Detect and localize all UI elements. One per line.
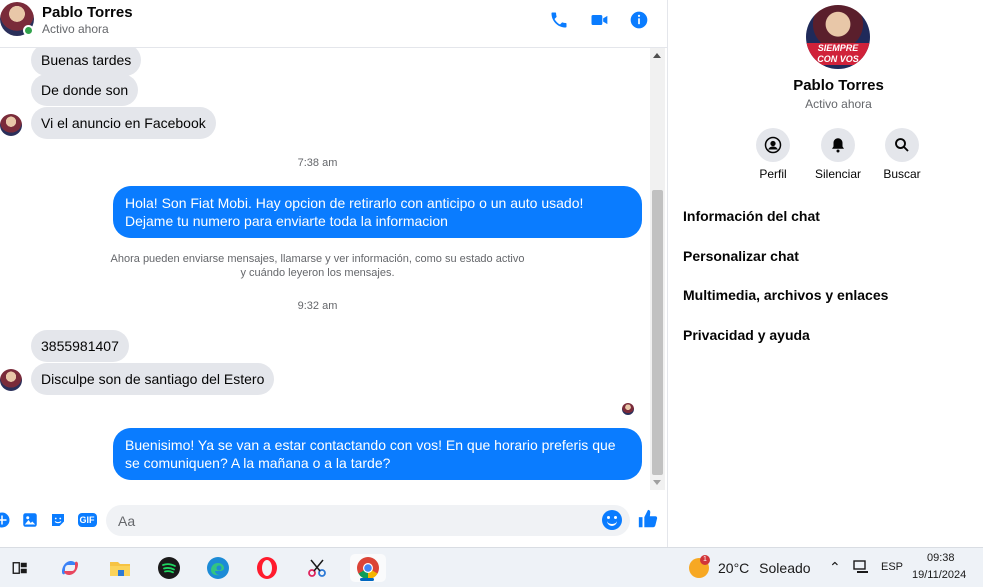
emoji-icon[interactable]	[602, 510, 622, 530]
system-message-line: y cuándo leyeron los mensajes.	[240, 267, 395, 279]
spotify-icon[interactable]	[155, 554, 183, 582]
phone-icon[interactable]	[548, 9, 570, 31]
mute-label: Silenciar	[814, 167, 862, 181]
message-incoming[interactable]: Disculpe son de santiago del Estero	[31, 363, 275, 395]
search-button[interactable]: Buscar	[872, 128, 932, 181]
windows-taskbar: 1 20°C Soleado ⌃ ESP 09:38 19/11/2024	[0, 547, 983, 587]
copilot-icon[interactable]	[56, 554, 84, 582]
system-message: Ahora pueden enviarse mensajes, llamarse…	[100, 252, 535, 280]
edge-browser-icon[interactable]	[204, 554, 232, 582]
plus-icon[interactable]	[0, 510, 12, 530]
message-incoming[interactable]: Buenas tardes	[31, 48, 142, 76]
sender-avatar[interactable]	[0, 369, 22, 391]
opera-icon[interactable]	[253, 554, 281, 582]
chat-header: Pablo Torres Activo ahora	[0, 0, 667, 48]
messenger-window: Pablo Torres Activo ahora Buenas tardes …	[0, 0, 983, 547]
thumbs-up-icon[interactable]	[637, 508, 659, 530]
message-outgoing[interactable]: Hola! Son Fiat Mobi. Hay opcion de retir…	[113, 186, 642, 238]
video-camera-icon[interactable]	[588, 9, 610, 31]
avatar-logo-text: SIEMPRE CON VOS	[806, 43, 870, 65]
chat-info-panel: SIEMPRE CON VOS Pablo Torres Activo ahora…	[668, 0, 983, 547]
timestamp: 9:32 am	[297, 300, 338, 312]
scroll-thumb[interactable]	[652, 190, 663, 475]
message-scrollbar[interactable]	[650, 48, 665, 490]
snipping-tool-icon[interactable]	[303, 554, 331, 582]
chevron-up-icon[interactable]: ⌃	[829, 559, 841, 576]
menu-chat-info[interactable]: Información del chat	[683, 208, 983, 224]
message-input[interactable]: Aa	[106, 505, 630, 536]
message-incoming[interactable]: Vi el anuncio en Facebook	[31, 107, 216, 139]
profile-avatar[interactable]: SIEMPRE CON VOS	[806, 5, 870, 69]
bell-icon	[821, 128, 855, 162]
scroll-up-arrow[interactable]	[653, 53, 661, 58]
info-icon[interactable]	[628, 9, 650, 31]
weather-widget[interactable]: 20°C Soleado	[718, 560, 811, 576]
network-icon[interactable]	[853, 560, 869, 579]
chrome-icon[interactable]	[350, 554, 386, 582]
profile-label: Perfil	[759, 167, 787, 181]
message-input-placeholder: Aa	[118, 513, 136, 529]
profile-name: Pablo Torres	[793, 77, 884, 94]
image-icon[interactable]	[20, 510, 40, 530]
menu-media-files[interactable]: Multimedia, archivos y enlaces	[683, 287, 983, 303]
profile-status: Activo ahora	[805, 97, 872, 111]
message-incoming[interactable]: De donde son	[31, 74, 139, 106]
chat-pane: Pablo Torres Activo ahora Buenas tardes …	[0, 0, 668, 547]
search-label: Buscar	[883, 167, 921, 181]
system-message-line: Ahora pueden enviarse mensajes, llamarse…	[110, 253, 525, 265]
task-view-icon[interactable]	[6, 554, 34, 582]
search-icon	[885, 128, 919, 162]
profile-icon	[756, 128, 790, 162]
gif-label: GIF	[77, 513, 97, 527]
gif-icon[interactable]: GIF	[77, 510, 97, 530]
message-outgoing[interactable]: Buenisimo! Ya se van a estar contactando…	[113, 428, 642, 480]
scroll-down-arrow[interactable]	[653, 480, 661, 485]
mute-button[interactable]: Silenciar	[808, 128, 868, 181]
weather-temperature: 20°C	[718, 560, 750, 576]
contact-status: Activo ahora	[42, 22, 109, 36]
active-app-indicator	[360, 578, 374, 581]
profile-button[interactable]: Perfil	[743, 128, 803, 181]
message-composer: GIF Aa	[0, 498, 667, 544]
file-explorer-icon[interactable]	[106, 554, 134, 582]
clock-date[interactable]: 19/11/2024	[912, 569, 966, 581]
message-list: Buenas tardes De donde son Vi el anuncio…	[0, 48, 650, 490]
message-incoming[interactable]: 3855981407	[31, 330, 129, 362]
weather-badge: 1	[700, 555, 710, 565]
timestamp: 7:38 am	[297, 157, 338, 169]
sender-avatar[interactable]	[0, 114, 22, 136]
read-receipt-avatar	[622, 403, 634, 415]
menu-customize-chat[interactable]: Personalizar chat	[683, 248, 983, 264]
sticker-icon[interactable]	[48, 510, 68, 530]
contact-name[interactable]: Pablo Torres	[42, 4, 133, 21]
clock-time[interactable]: 09:38	[927, 552, 955, 564]
menu-privacy-help[interactable]: Privacidad y ayuda	[683, 327, 983, 343]
online-status-dot	[23, 25, 34, 36]
weather-description: Soleado	[759, 560, 811, 576]
language-indicator[interactable]: ESP	[881, 561, 903, 573]
